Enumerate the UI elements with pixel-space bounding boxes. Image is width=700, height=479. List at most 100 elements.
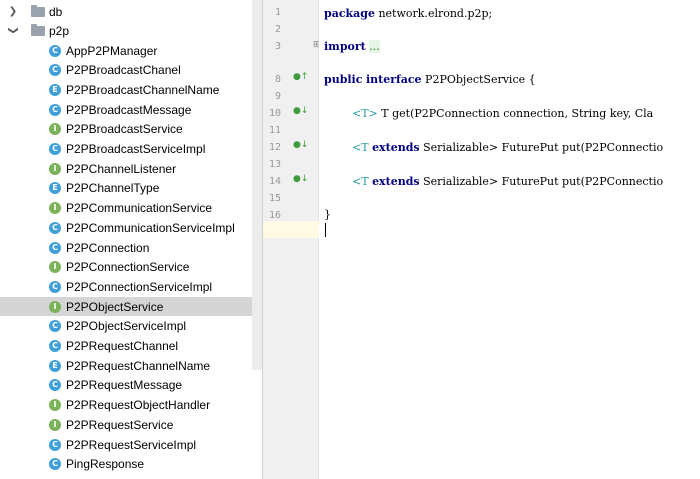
tree-item[interactable]: C P2PBroadcastMessage <box>0 100 262 119</box>
interface-icon: I <box>49 300 61 313</box>
tree-item[interactable]: I P2PBroadcastService <box>0 120 262 139</box>
class-icon: C <box>49 458 61 471</box>
interface-icon: I <box>49 202 61 215</box>
implemented-icon[interactable]: ●↑ <box>293 72 308 82</box>
tree-item-label: P2PObjectService <box>66 299 164 314</box>
folder-icon <box>31 23 45 36</box>
tree-item-label: P2PConnectionServiceImpl <box>66 279 213 294</box>
class-icon: C <box>49 103 61 116</box>
enum-icon: E <box>49 83 61 96</box>
tree-item[interactable]: C P2PConnectionServiceImpl <box>0 277 262 296</box>
tree-item[interactable]: C AppP2PManager <box>0 41 262 60</box>
code-line-14[interactable]: <T extends Serializable> FuturePut put(P… <box>352 175 663 188</box>
line-number: 11 <box>268 125 281 136</box>
class-icon: C <box>49 320 61 333</box>
class-icon: C <box>49 64 61 77</box>
interface-icon: I <box>49 123 61 136</box>
line-number: 16 <box>268 210 281 221</box>
tree-item[interactable]: C P2PBroadcastChanel <box>0 61 262 80</box>
project-tree[interactable]: ❯ db ❯ p2p C AppP2PManager C P2PBroadcastCh… <box>0 0 262 479</box>
interface-icon: I <box>49 418 61 431</box>
line-number: 10 <box>268 108 281 119</box>
tree-folder-p2p[interactable]: ❯ p2p <box>0 21 262 40</box>
tree-item-label: P2PCommunicationService <box>66 201 213 216</box>
tree-item-label: P2PRequestMessage <box>66 378 183 393</box>
tree-item-label: P2PRequestService <box>66 417 174 432</box>
implementation-icon[interactable]: ●↓ <box>293 174 308 184</box>
folder-icon <box>31 4 45 17</box>
tree-item[interactable]: C P2PRequestServiceImpl <box>0 435 262 454</box>
tree-item[interactable]: E P2PBroadcastChannelName <box>0 80 262 99</box>
code-line-3[interactable]: import ... <box>324 40 380 53</box>
chevron-down-icon[interactable]: ❯ <box>8 26 19 36</box>
code-editor[interactable]: package network.elrond.p2p; import ... p… <box>319 0 700 479</box>
folder-label: db <box>49 4 63 19</box>
tree-item[interactable]: I P2PConnectionService <box>0 258 262 277</box>
chevron-right-icon[interactable]: ❯ <box>8 6 18 17</box>
tree-item[interactable]: C P2PObjectServiceImpl <box>0 317 262 336</box>
interface-icon: I <box>49 162 61 175</box>
text-caret <box>325 223 326 237</box>
class-icon: C <box>49 438 61 451</box>
tree-item[interactable]: I P2PChannelListener <box>0 159 262 178</box>
code-line-12[interactable]: <T extends Serializable> FuturePut put(P… <box>352 141 663 154</box>
class-icon: C <box>49 280 61 293</box>
tree-item-label: P2PChannelType <box>66 181 160 196</box>
tree-item-label: P2PRequestChannelName <box>66 358 211 373</box>
enum-icon: E <box>49 182 61 195</box>
class-icon: C <box>49 379 61 392</box>
tree-item-label: P2PBroadcastServiceImpl <box>66 142 206 156</box>
tree-item[interactable]: C PingResponse <box>0 455 262 474</box>
class-icon: C <box>49 241 61 254</box>
tree-item-label: P2PBroadcastChanel <box>66 63 181 78</box>
tree-item-label: P2PConnectionService <box>66 260 190 275</box>
tree-item-label: AppP2PManager <box>66 43 158 58</box>
editor-gutter[interactable]: 1 2 3 ⊞ 8 ●↑ 9 10 ●↓ 11 12 ●↓ 13 14 ●↓ 1… <box>263 0 321 479</box>
code-line-10[interactable]: <T> T get(P2PConnection connection, Stri… <box>352 107 653 120</box>
line-number: 15 <box>268 193 281 204</box>
line-number: 9 <box>274 91 281 102</box>
line-number: 12 <box>268 142 281 153</box>
line-number: 3 <box>274 41 281 52</box>
tree-item-label: P2PObjectServiceImpl <box>66 319 187 334</box>
implementation-icon[interactable]: ●↓ <box>293 106 308 116</box>
implementation-icon[interactable]: ●↓ <box>293 140 308 150</box>
class-icon: C <box>49 143 61 155</box>
tree-item[interactable]: C P2PConnection <box>0 238 262 257</box>
class-icon: C <box>49 340 61 352</box>
tree-item-label: PingResponse <box>66 457 145 472</box>
tree-item[interactable]: E P2PRequestChannelName <box>0 356 262 375</box>
tree-item[interactable]: C P2PRequestChannel <box>0 337 262 356</box>
line-number: 13 <box>268 159 281 170</box>
tree-scrollbar[interactable] <box>252 0 262 370</box>
tree-item-label: P2PRequestChannel <box>66 339 179 353</box>
tree-item[interactable]: E P2PChannelType <box>0 179 262 198</box>
tree-item[interactable]: I P2PCommunicationService <box>0 199 262 218</box>
tree-item[interactable]: I P2PObjectService <box>0 297 262 317</box>
tree-item-label: P2PRequestObjectHandler <box>66 398 211 413</box>
tree-item[interactable]: C P2PRequestMessage <box>0 376 262 395</box>
line-number: 8 <box>274 74 281 85</box>
code-line-8[interactable]: public interface P2PObjectService { <box>324 73 536 86</box>
tree-item-label: P2PChannelListener <box>66 161 177 176</box>
tree-item-label: P2PCommunicationServiceImpl <box>66 220 235 235</box>
class-icon: C <box>49 44 61 57</box>
tree-item-label: P2PBroadcastMessage <box>66 102 192 117</box>
line-number: 1 <box>274 7 281 18</box>
tree-item[interactable]: C P2PCommunicationServiceImpl <box>0 218 262 237</box>
tree-item[interactable]: I P2PRequestService <box>0 415 262 434</box>
code-line-16[interactable]: } <box>324 208 331 221</box>
folder-label: p2p <box>49 23 70 38</box>
tree-item[interactable]: I P2PRequestObjectHandler <box>0 396 262 415</box>
tree-item-label: P2PBroadcastService <box>66 122 183 137</box>
code-line-1[interactable]: package network.elrond.p2p; <box>324 7 492 20</box>
class-icon: C <box>49 221 61 234</box>
interface-icon: I <box>49 261 61 274</box>
tree-item-label: P2PRequestServiceImpl <box>66 437 197 452</box>
enum-icon: E <box>49 359 61 372</box>
tree-folder-db[interactable]: ❯ db <box>0 2 262 21</box>
line-number: 14 <box>268 176 281 187</box>
folded-imports[interactable]: ... <box>369 40 380 53</box>
tree-item[interactable]: C P2PBroadcastServiceImpl <box>0 140 262 159</box>
tree-item-label: P2PBroadcastChannelName <box>66 82 220 97</box>
